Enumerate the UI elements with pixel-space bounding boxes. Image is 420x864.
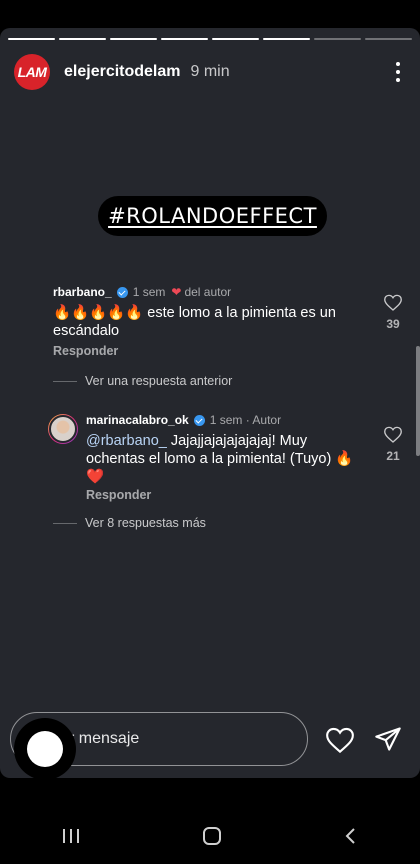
view-replies-link[interactable]: Ver una respuesta anterior [53,374,232,388]
view-replies-link[interactable]: Ver 8 respuestas más [53,516,206,530]
progress-segment [263,38,310,40]
comment-age: 1 sem · Autor [209,413,282,427]
reply-button[interactable]: Responder [86,488,151,502]
progress-segment [314,38,361,40]
capture-button[interactable] [14,718,76,780]
progress-segment [212,38,259,40]
logo-text: LAM [17,64,47,80]
verified-badge-icon [193,414,205,426]
comment-like: 21 [384,426,402,463]
paper-plane-icon[interactable] [370,722,406,756]
comment-username[interactable]: rbarbano_ [53,285,112,299]
heart-outline-icon[interactable] [322,724,358,756]
account-avatar[interactable]: LAM [14,54,50,90]
progress-segment [365,38,412,40]
heart-outline-icon[interactable] [384,426,402,443]
scrollbar[interactable] [416,346,420,456]
like-count: 39 [386,317,400,331]
reply-button[interactable]: Responder [53,344,118,358]
home-icon[interactable] [201,825,223,847]
view-replies-label: Ver una respuesta anterior [85,374,233,388]
like-count: 21 [386,449,400,463]
progress-segment [161,38,208,40]
progress-segment [8,38,55,40]
story-timestamp: 9 min [190,63,230,80]
hashtag-sticker[interactable]: #ROLANDOEFFECT [98,196,327,236]
comment-age: 1 sem [132,285,166,299]
story-viewer[interactable]: LAM elejercitodelam 9 min #ROLANDOEFFECT… [0,28,420,778]
back-icon[interactable] [342,826,360,846]
recent-apps-icon[interactable] [60,826,82,846]
comment-text: 🔥🔥🔥🔥🔥 este lomo a la pimienta es un escá… [53,305,336,339]
story-progress-bar [8,38,412,40]
comment-like: 39 [384,294,402,331]
account-username[interactable]: elejercitodelam [64,63,181,81]
author-heart-icon: ❤ [171,285,182,299]
story-header: LAM elejercitodelam 9 min [14,54,408,90]
comment-text: @rbarbano_ Jajajjajajajajajaj! Muy ochen… [86,432,356,486]
more-vertical-icon[interactable] [388,60,408,84]
android-nav-bar [0,808,420,864]
heart-outline-icon[interactable] [384,294,402,311]
mention-link[interactable]: @rbarbano_ [86,433,167,449]
verified-badge-icon [116,286,128,298]
avatar[interactable] [12,286,42,316]
hashtag-text: #ROLANDOEFFECT [108,204,317,228]
view-replies-label: Ver 8 respuestas más [85,516,206,530]
comment-username[interactable]: marinacalabro_ok [86,413,189,427]
progress-segment [110,38,157,40]
progress-segment [59,38,106,40]
capture-dot-icon [27,731,63,767]
avatar[interactable] [48,414,78,444]
author-liked-label: del autor [184,285,232,299]
